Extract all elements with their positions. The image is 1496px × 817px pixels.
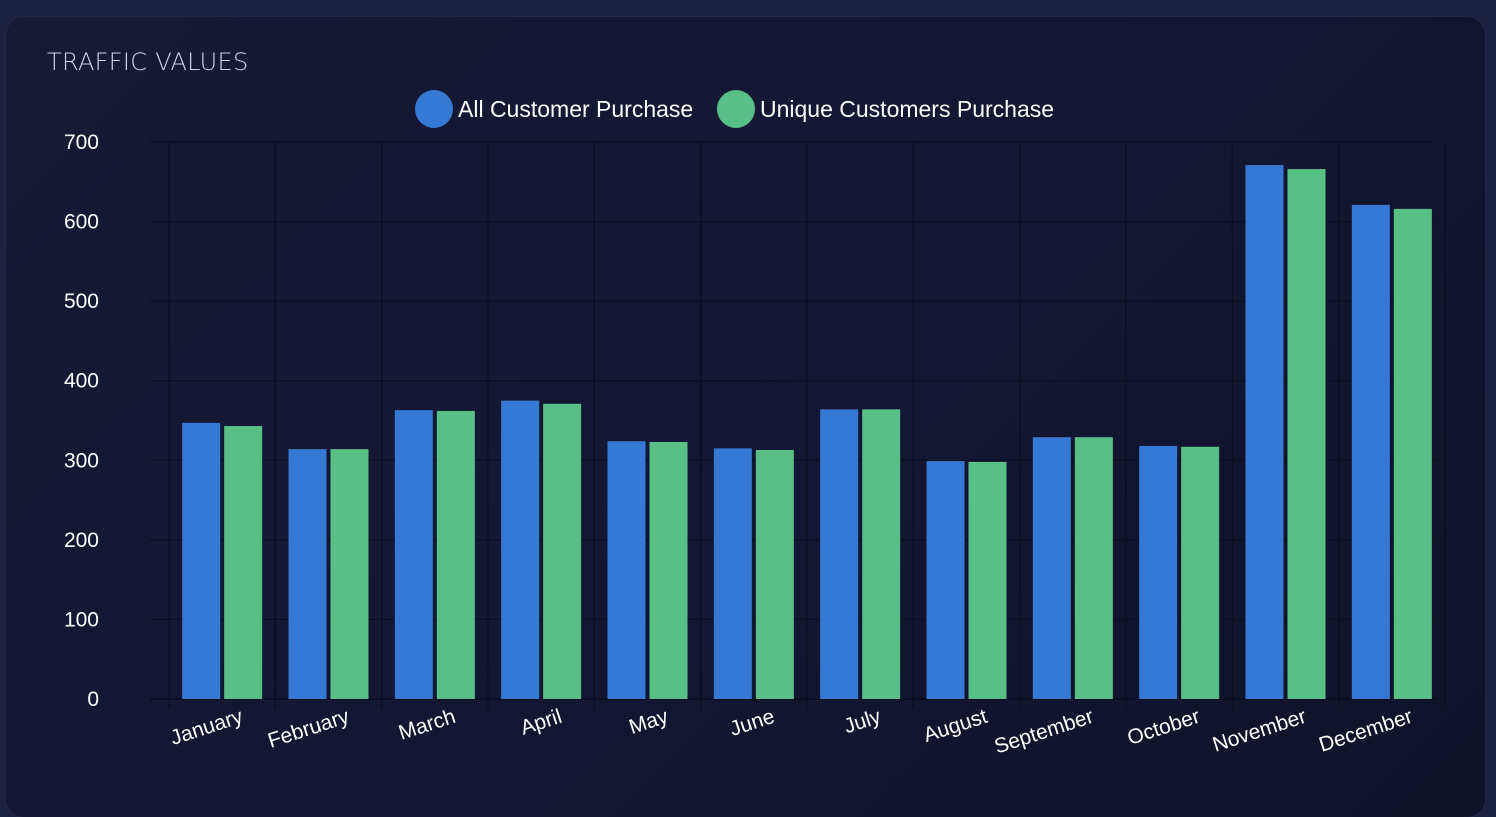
bar-unique-customers-march[interactable]	[436, 410, 475, 699]
y-axis-ticks: 0 100 200 300 400 500 600 700	[64, 131, 99, 711]
y-tick-label: 300	[64, 449, 99, 472]
y-tick-label: 400	[64, 370, 99, 393]
x-axis-ticks: January February March April May June July Augu…	[168, 705, 1416, 759]
x-tick-label: November	[1210, 705, 1309, 757]
bar-unique-customers-august[interactable]	[968, 461, 1007, 699]
x-tick-label: August	[921, 705, 990, 747]
x-tick-label: June	[727, 705, 777, 741]
x-tick-label: December	[1316, 705, 1415, 757]
bar-all-customer-september[interactable]	[1032, 437, 1071, 699]
y-tick-label: 100	[64, 608, 99, 631]
legend[interactable]: All Customer Purchase Unique Customers Pu…	[415, 90, 1054, 128]
bar-unique-customers-september[interactable]	[1074, 437, 1113, 699]
bar-unique-customers-february[interactable]	[330, 449, 369, 699]
legend-label: All Customer Purchase	[458, 96, 693, 122]
bar-all-customer-may[interactable]	[607, 441, 646, 699]
bar-unique-customers-october[interactable]	[1181, 446, 1220, 699]
bar-all-customer-june[interactable]	[713, 448, 752, 699]
y-tick-label: 0	[87, 688, 99, 711]
bar-all-customer-december[interactable]	[1351, 204, 1390, 699]
bar-unique-customers-may[interactable]	[649, 441, 688, 699]
legend-item-all-customer-purchase[interactable]: All Customer Purchase	[415, 90, 693, 128]
y-tick-label: 200	[64, 529, 99, 552]
legend-item-unique-customers-purchase[interactable]: Unique Customers Purchase	[717, 90, 1054, 128]
bar-all-customer-august[interactable]	[926, 461, 965, 699]
bar-unique-customers-december[interactable]	[1393, 208, 1432, 699]
x-tick-label: January	[168, 705, 247, 750]
y-tick-label: 700	[64, 131, 99, 154]
x-tick-label: February	[265, 705, 353, 753]
bar-chart: 0 100 200 300 400 500 600 700 January February Ma…	[64, 90, 1446, 759]
bar-all-customer-january[interactable]	[182, 422, 221, 699]
bar-all-customer-march[interactable]	[394, 410, 433, 699]
bar-unique-customers-june[interactable]	[755, 449, 794, 699]
bar-all-customer-october[interactable]	[1139, 445, 1178, 699]
x-tick-label: March	[396, 705, 459, 745]
bar-unique-customers-january[interactable]	[224, 426, 263, 699]
legend-swatch	[717, 90, 755, 128]
x-tick-label: September	[992, 705, 1097, 759]
x-tick-label: May	[626, 705, 671, 739]
y-tick-label: 500	[64, 290, 99, 313]
legend-swatch	[415, 90, 453, 128]
x-tick-label: July	[841, 705, 884, 739]
bar-all-customer-november[interactable]	[1245, 165, 1284, 700]
bar-unique-customers-april[interactable]	[543, 403, 582, 699]
bar-unique-customers-july[interactable]	[862, 409, 901, 699]
bar-all-customer-july[interactable]	[820, 409, 859, 699]
bar-unique-customers-november[interactable]	[1287, 169, 1326, 699]
x-tick-label: October	[1125, 705, 1203, 750]
bar-all-customer-february[interactable]	[288, 449, 327, 699]
legend-label: Unique Customers Purchase	[760, 96, 1054, 122]
x-tick-label: April	[518, 705, 565, 740]
bar-all-customer-april[interactable]	[501, 400, 540, 699]
y-tick-label: 600	[64, 211, 99, 234]
